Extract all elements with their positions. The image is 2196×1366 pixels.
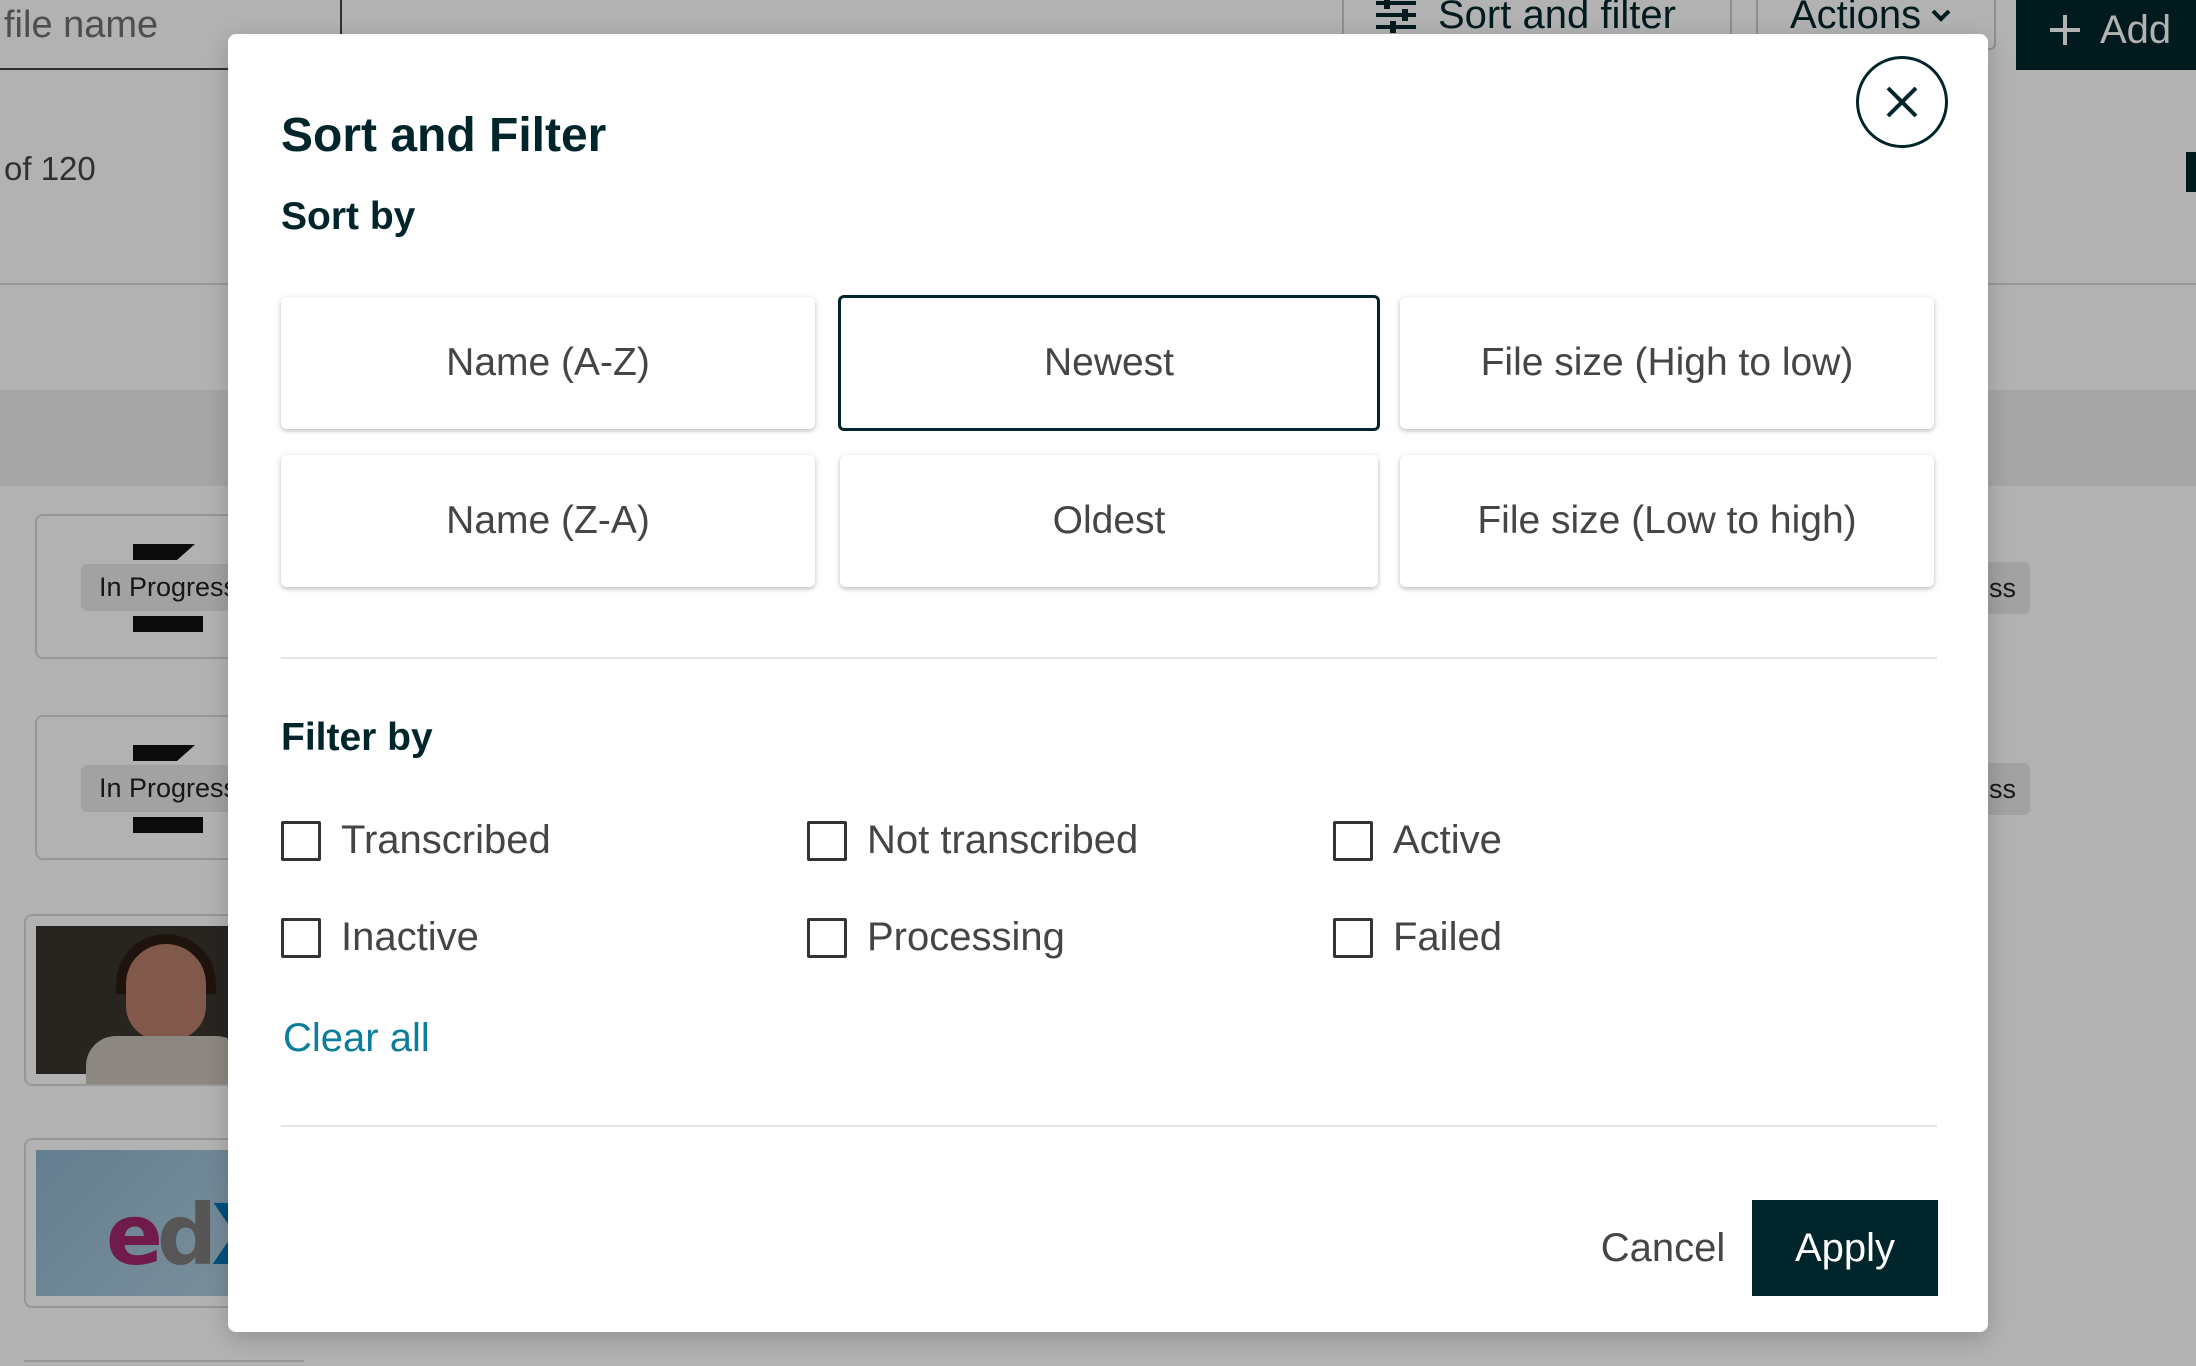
sort-option-name-asc[interactable]: Name (A-Z) <box>281 297 815 429</box>
sort-filter-modal: Sort and Filter Sort by Name (A-Z) Newes… <box>228 34 1988 1332</box>
filter-inactive[interactable]: Inactive <box>281 915 479 960</box>
cancel-button[interactable]: Cancel <box>1548 1200 1778 1296</box>
clear-all-link[interactable]: Clear all <box>283 1016 430 1061</box>
checkbox[interactable] <box>1333 917 1373 958</box>
filter-processing[interactable]: Processing <box>807 915 1065 960</box>
modal-title: Sort and Filter <box>281 109 607 162</box>
filter-failed[interactable]: Failed <box>1333 915 1502 960</box>
checkbox[interactable] <box>807 917 847 958</box>
sort-option-newest[interactable]: Newest <box>838 295 1380 431</box>
sort-option-oldest[interactable]: Oldest <box>840 455 1378 587</box>
checkbox[interactable] <box>1333 820 1373 861</box>
filter-label: Failed <box>1393 915 1502 959</box>
sort-option-name-desc[interactable]: Name (Z-A) <box>281 455 815 587</box>
close-button[interactable] <box>1856 56 1948 148</box>
filter-transcribed[interactable]: Transcribed <box>281 818 551 863</box>
filter-label: Active <box>1393 818 1502 862</box>
checkbox[interactable] <box>807 820 847 861</box>
section-divider <box>281 657 1937 659</box>
checkbox[interactable] <box>281 917 321 958</box>
sort-by-heading: Sort by <box>281 195 416 238</box>
filter-label: Processing <box>867 915 1065 959</box>
checkbox[interactable] <box>281 820 321 861</box>
sort-option-size-desc[interactable]: File size (High to low) <box>1400 297 1934 429</box>
filter-not-transcribed[interactable]: Not transcribed <box>807 818 1138 863</box>
footer-divider <box>281 1125 1937 1127</box>
filter-label: Transcribed <box>341 818 551 862</box>
filter-label: Inactive <box>341 915 479 959</box>
close-icon <box>1886 86 1918 118</box>
apply-button[interactable]: Apply <box>1752 1200 1938 1296</box>
sort-option-size-asc[interactable]: File size (Low to high) <box>1400 455 1934 587</box>
page: file name Sort and filter Actions Add of… <box>0 0 2196 1366</box>
filter-by-heading: Filter by <box>281 716 433 759</box>
filter-active[interactable]: Active <box>1333 818 1502 863</box>
filter-label: Not transcribed <box>867 818 1139 862</box>
